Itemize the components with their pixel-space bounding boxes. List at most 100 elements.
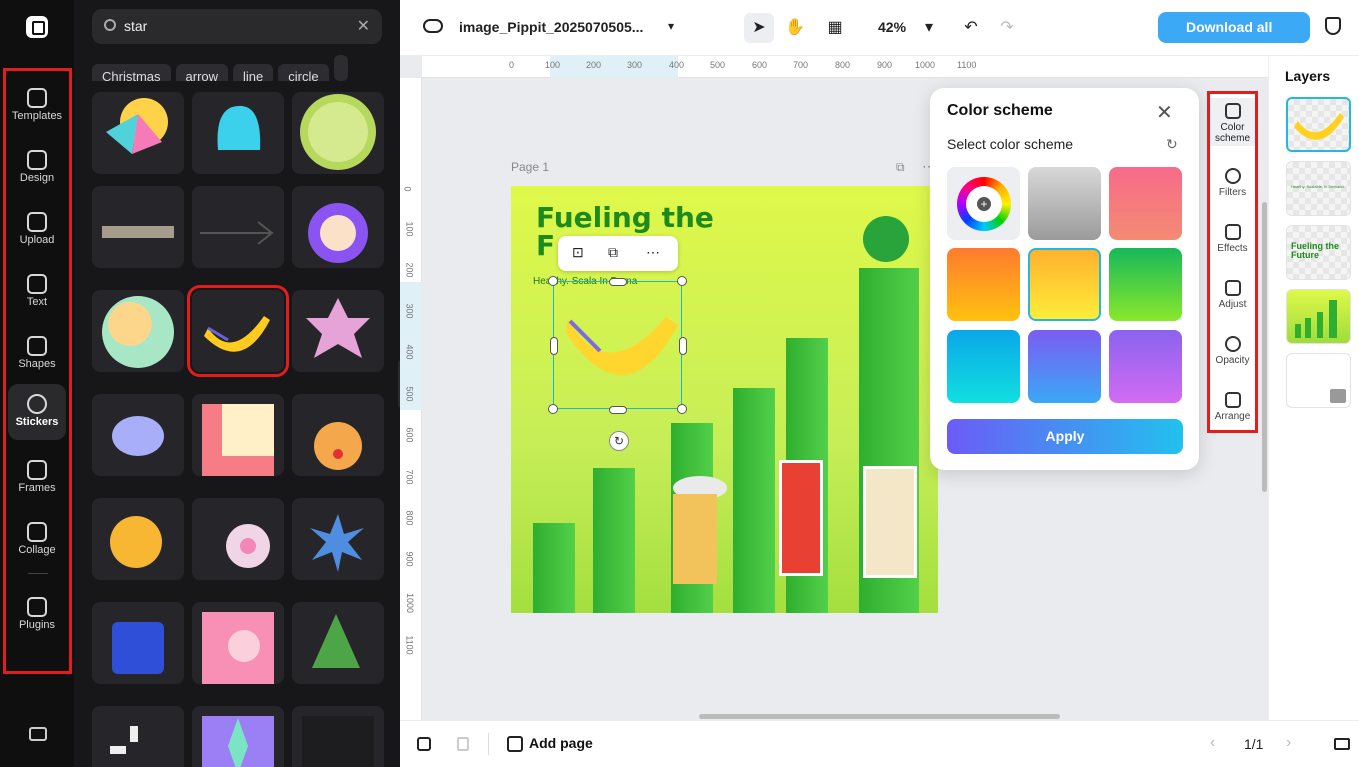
sticker-item[interactable] xyxy=(292,498,384,580)
resize-handle[interactable] xyxy=(677,404,687,414)
app-logo[interactable] xyxy=(26,16,48,38)
next-page-icon[interactable]: › xyxy=(1286,734,1291,752)
nav-item-templates[interactable]: Templates xyxy=(8,78,66,134)
ruler-label: 500 xyxy=(710,60,726,70)
sticker-item[interactable] xyxy=(92,186,184,268)
sticker-item[interactable] xyxy=(292,92,384,174)
add-page-button[interactable]: Add page xyxy=(529,735,593,751)
resize-handle[interactable] xyxy=(548,404,558,414)
horizontal-scrollbar[interactable] xyxy=(699,714,1060,719)
nav-item-shapes[interactable]: Shapes xyxy=(8,326,66,382)
cloud-save-icon[interactable] xyxy=(423,19,443,33)
duplicate-icon[interactable]: ⧉ xyxy=(608,244,618,261)
layer-thumb-title[interactable]: Fueling the Future xyxy=(1286,225,1351,280)
sticker-item[interactable] xyxy=(92,602,184,684)
nav-item-text[interactable]: Text xyxy=(8,264,66,320)
nav-item-collage[interactable]: Collage xyxy=(8,512,66,568)
more-options-icon[interactable]: ⋯ xyxy=(646,244,660,261)
tool-effects[interactable]: Effects xyxy=(1210,224,1255,254)
duplicate-page-icon[interactable]: ⧉ xyxy=(896,160,905,175)
file-name[interactable]: image_Pippit_2025070505... xyxy=(459,19,643,35)
prev-page-icon[interactable]: ‹ xyxy=(1210,734,1215,752)
sticker-item[interactable] xyxy=(292,706,384,767)
swatch-custom[interactable]: + xyxy=(947,167,1020,240)
resize-handle[interactable] xyxy=(677,276,687,286)
swatch-cyan[interactable] xyxy=(947,330,1020,403)
swatch-purple[interactable] xyxy=(1109,330,1182,403)
tool-color-scheme[interactable]: Color scheme xyxy=(1210,98,1255,146)
reset-icon[interactable]: ↻ xyxy=(1166,136,1178,153)
nav-item-stickers[interactable]: Stickers xyxy=(8,384,66,440)
zoom-chevron-icon[interactable]: ▾ xyxy=(914,13,944,43)
chip-arrow[interactable]: arrow xyxy=(175,64,229,81)
tool-adjust[interactable]: Adjust xyxy=(1210,280,1255,310)
nav-item-upload[interactable]: Upload xyxy=(8,202,66,258)
sticker-item[interactable] xyxy=(192,92,284,174)
chevron-down-icon[interactable]: ▾ xyxy=(668,19,674,33)
add-element-icon[interactable] xyxy=(417,737,431,751)
sticker-item[interactable] xyxy=(92,706,184,767)
swatch-pink[interactable] xyxy=(1109,167,1182,240)
keyboard-shortcuts-icon[interactable] xyxy=(29,727,47,741)
chip-christmas[interactable]: Christmas xyxy=(92,64,171,81)
sticker-item[interactable] xyxy=(292,290,384,372)
swatch-orange[interactable] xyxy=(947,248,1020,321)
layer-thumb-sticker[interactable] xyxy=(1286,97,1351,152)
chip-line[interactable]: line xyxy=(233,64,274,81)
crop-icon[interactable]: ⊡ xyxy=(572,244,584,261)
select-tool-button[interactable]: ➤ xyxy=(744,13,774,43)
sticker-item[interactable] xyxy=(92,394,184,476)
layer-thumb-background-image[interactable] xyxy=(1286,289,1351,344)
sticker-item[interactable] xyxy=(192,706,284,767)
layout-button[interactable]: ▦ xyxy=(820,13,850,43)
nav-item-design[interactable]: Design xyxy=(8,140,66,196)
swatch-blue[interactable] xyxy=(1028,330,1101,403)
resize-handle[interactable] xyxy=(609,278,627,286)
redo-button[interactable]: ↷ xyxy=(992,13,1022,43)
shield-icon[interactable] xyxy=(1325,17,1341,35)
chip-circle[interactable]: circle xyxy=(278,64,329,81)
swatch-yellow-selected[interactable] xyxy=(1028,248,1101,321)
sticker-item[interactable] xyxy=(192,498,284,580)
sticker-item[interactable] xyxy=(192,394,284,476)
sticker-item[interactable] xyxy=(92,92,184,174)
resize-handle[interactable] xyxy=(609,406,627,414)
sticker-item-selected[interactable] xyxy=(187,285,289,377)
pages-panel-icon[interactable] xyxy=(1334,738,1350,750)
tool-opacity[interactable]: Opacity xyxy=(1210,336,1255,366)
layer-thumb-page[interactable] xyxy=(1286,353,1351,408)
tool-arrange[interactable]: Arrange xyxy=(1210,392,1255,422)
sticker-item[interactable] xyxy=(292,602,384,684)
add-page-icon[interactable] xyxy=(507,736,523,752)
nav-item-plugins[interactable]: Plugins xyxy=(8,587,66,643)
layer-thumb-subtitle[interactable]: Healthy. Scalable. In Demand. xyxy=(1286,161,1351,216)
nav-item-frames[interactable]: Frames xyxy=(8,450,66,506)
vertical-scrollbar[interactable] xyxy=(1262,202,1267,492)
sticker-item[interactable] xyxy=(292,394,384,476)
resize-handle[interactable] xyxy=(548,276,558,286)
resize-handle[interactable] xyxy=(679,337,687,355)
sticker-item[interactable] xyxy=(292,186,384,268)
bottom-divider xyxy=(488,733,489,755)
zoom-level[interactable]: 42% xyxy=(878,19,906,35)
tool-filters[interactable]: Filters xyxy=(1210,168,1255,198)
swatch-gray[interactable] xyxy=(1028,167,1101,240)
hand-tool-button[interactable]: ✋ xyxy=(780,13,810,43)
sticker-item[interactable] xyxy=(192,602,284,684)
apply-button[interactable]: Apply xyxy=(947,419,1183,454)
swatch-green[interactable] xyxy=(1109,248,1182,321)
ruler-label: 900 xyxy=(404,551,415,567)
resize-handle[interactable] xyxy=(550,337,558,355)
chip-more[interactable] xyxy=(333,55,348,81)
search-input[interactable] xyxy=(124,16,344,36)
ruler-label: 0 xyxy=(402,186,413,192)
undo-button[interactable]: ↶ xyxy=(956,13,986,43)
sticker-item[interactable] xyxy=(92,290,184,372)
sticker-item[interactable] xyxy=(92,498,184,580)
trash-icon[interactable] xyxy=(457,737,469,751)
download-all-button[interactable]: Download all xyxy=(1158,12,1310,43)
clear-search-icon[interactable]: ✕ xyxy=(357,16,370,36)
sticker-item[interactable] xyxy=(192,186,284,268)
close-icon[interactable]: ✕ xyxy=(1156,100,1173,125)
rotate-handle[interactable]: ↻ xyxy=(609,431,629,451)
